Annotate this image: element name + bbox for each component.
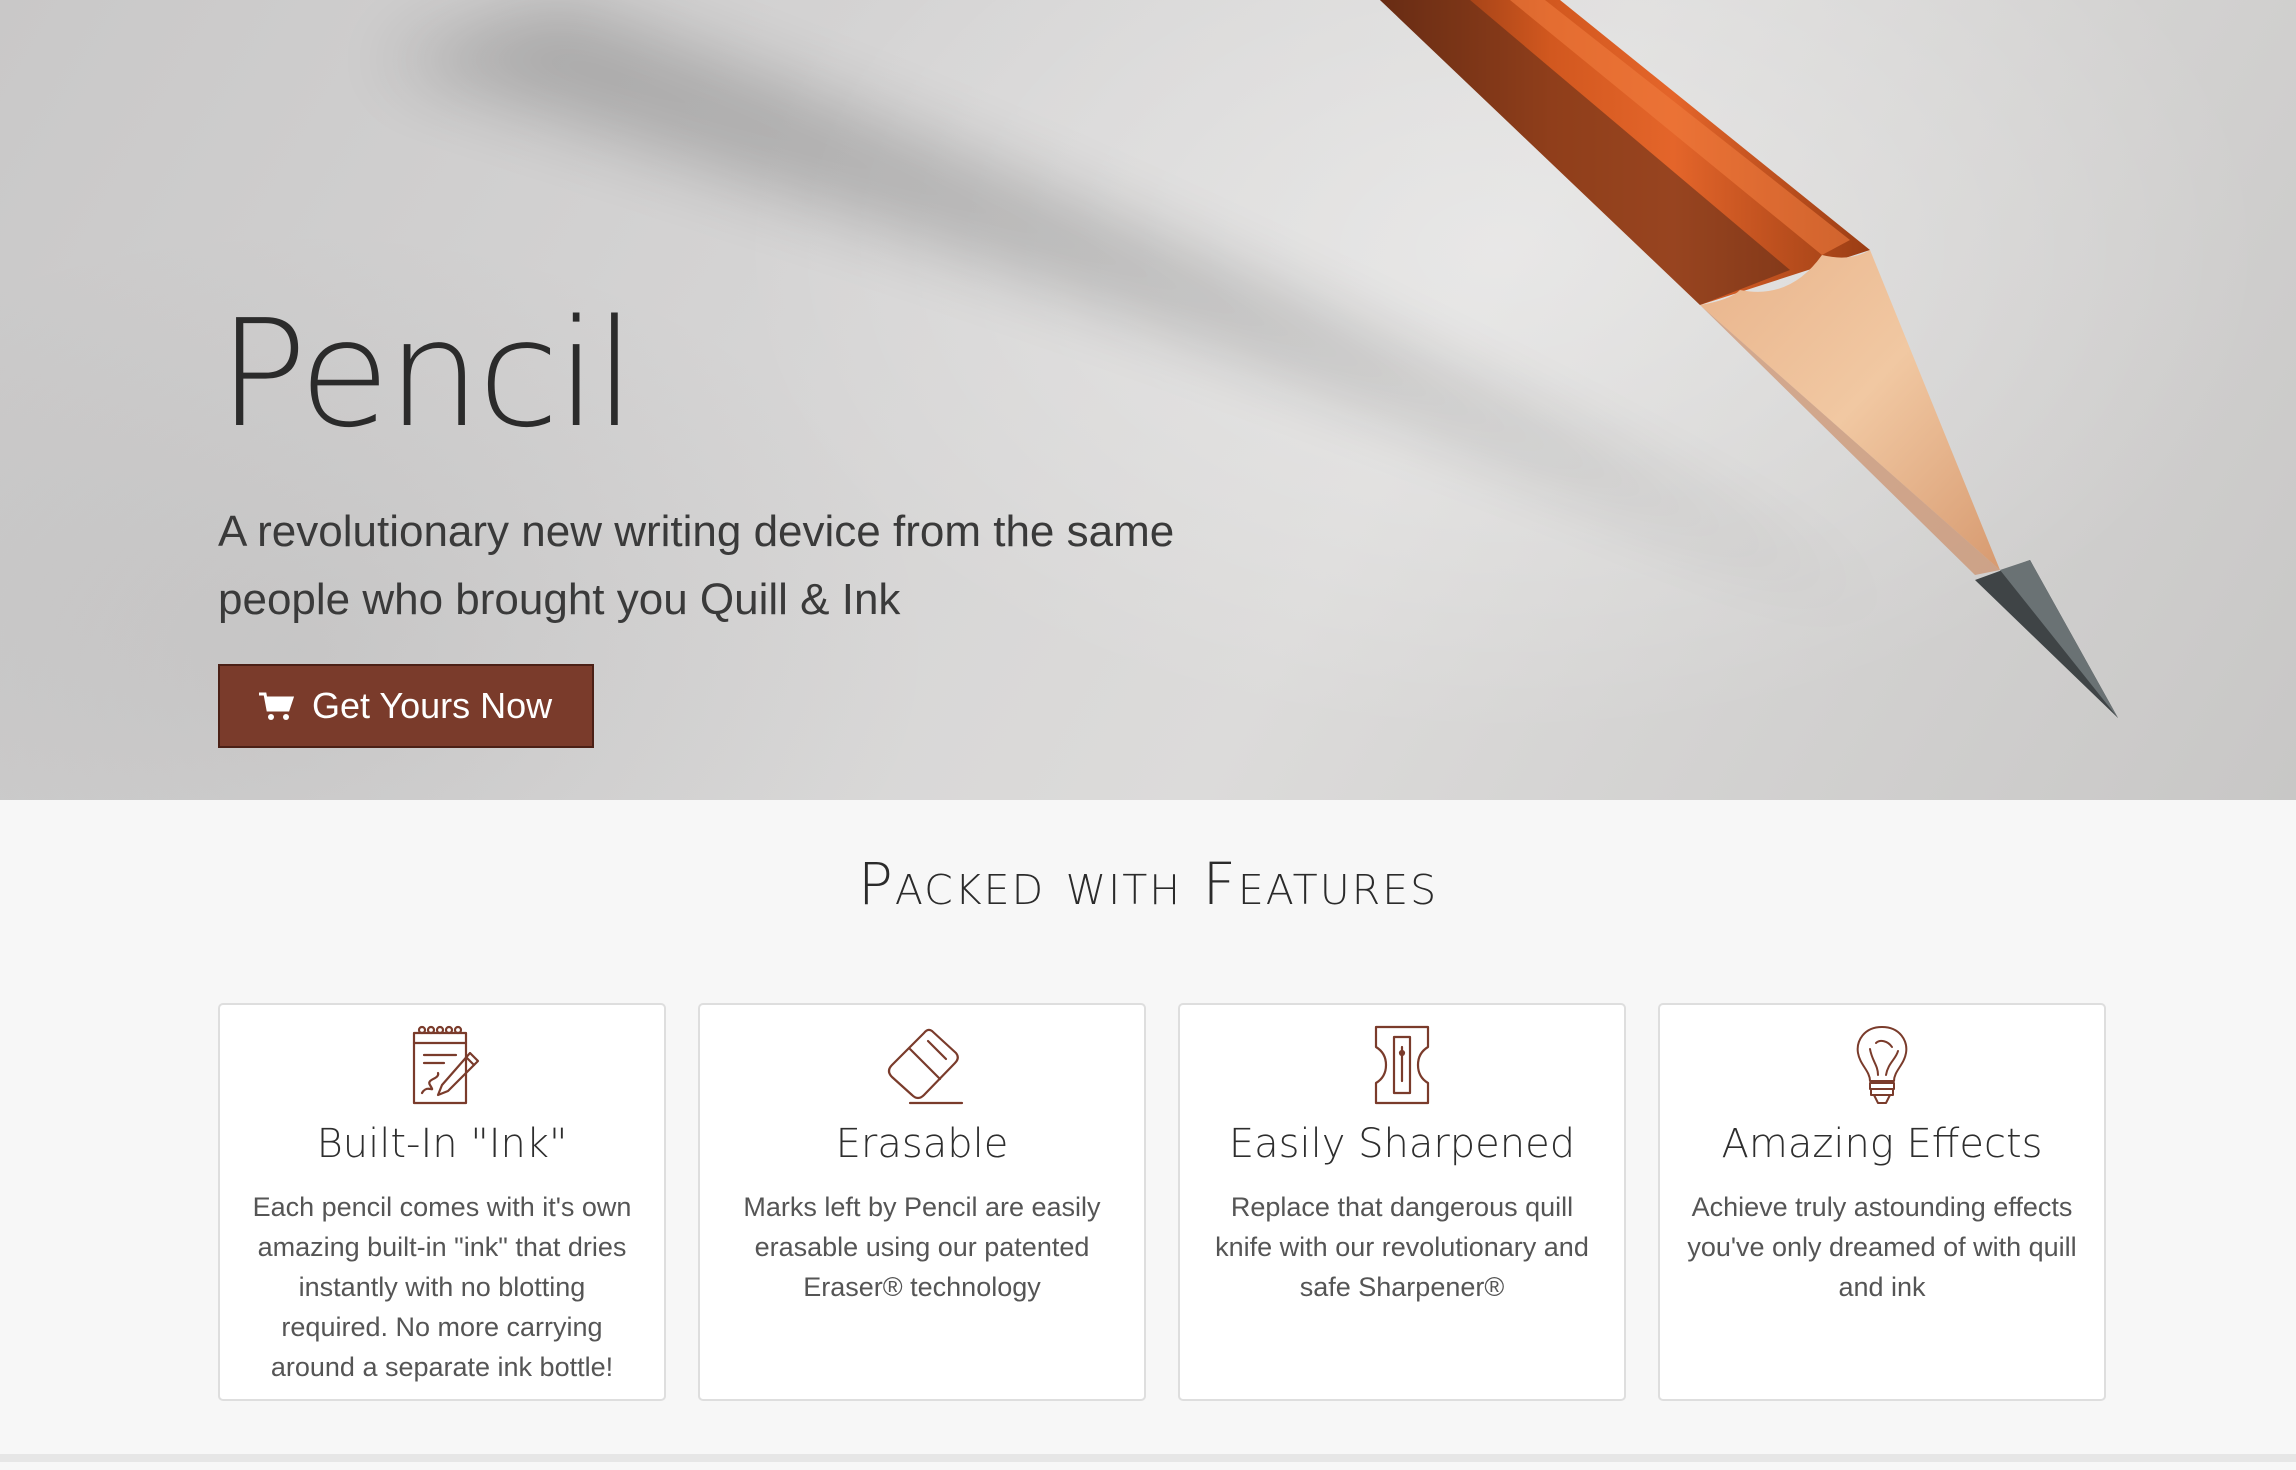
hero-subtitle: A revolutionary new writing device from … bbox=[218, 507, 1175, 624]
hero-section: Pencil A revolutionary new writing devic… bbox=[0, 0, 2296, 800]
feature-title: Erasable bbox=[835, 1121, 1009, 1167]
feature-text: Achieve truly astounding effects you've … bbox=[1687, 1192, 2077, 1302]
feature-text: Each pencil comes with it's own amazing … bbox=[252, 1192, 632, 1382]
features-section: Packed with Features Built-In "Ink" Each… bbox=[0, 800, 2296, 1462]
feature-card-amazing-effects: Amazing Effects Achieve truly astounding… bbox=[1658, 1003, 2106, 1401]
lightbulb-icon bbox=[1856, 1026, 1908, 1104]
feature-title: Built-In "Ink" bbox=[316, 1121, 568, 1167]
feature-text: Marks left by Pencil are easily erasable… bbox=[743, 1192, 1101, 1302]
features-heading: Packed with Features bbox=[857, 850, 1439, 918]
notepad-pencil-icon bbox=[412, 1025, 480, 1105]
feature-card-easily-sharpened: Easily Sharpened Replace that dangerous … bbox=[1178, 1003, 1626, 1401]
section-divider bbox=[0, 1454, 2296, 1462]
sharpener-icon bbox=[1374, 1025, 1430, 1105]
feature-card-built-in-ink: Built-In "Ink" Each pencil comes with it… bbox=[218, 1003, 666, 1401]
get-yours-now-button[interactable]: Get Yours Now bbox=[218, 664, 595, 748]
hero-content: Pencil A revolutionary new writing devic… bbox=[218, 300, 1198, 748]
shopping-cart-icon bbox=[259, 692, 294, 720]
feature-title: Easily Sharpened bbox=[1228, 1121, 1576, 1167]
feature-cards: Built-In "Ink" Each pencil comes with it… bbox=[218, 1003, 2106, 1401]
feature-card-erasable: Erasable Marks left by Pencil are easily… bbox=[698, 1003, 1146, 1401]
hero-title: Pencil bbox=[218, 288, 635, 460]
eraser-icon bbox=[887, 1028, 964, 1105]
feature-text: Replace that dangerous quill knife with … bbox=[1215, 1192, 1589, 1302]
cta-label: Get Yours Now bbox=[312, 685, 553, 726]
feature-title: Amazing Effects bbox=[1721, 1121, 2043, 1167]
